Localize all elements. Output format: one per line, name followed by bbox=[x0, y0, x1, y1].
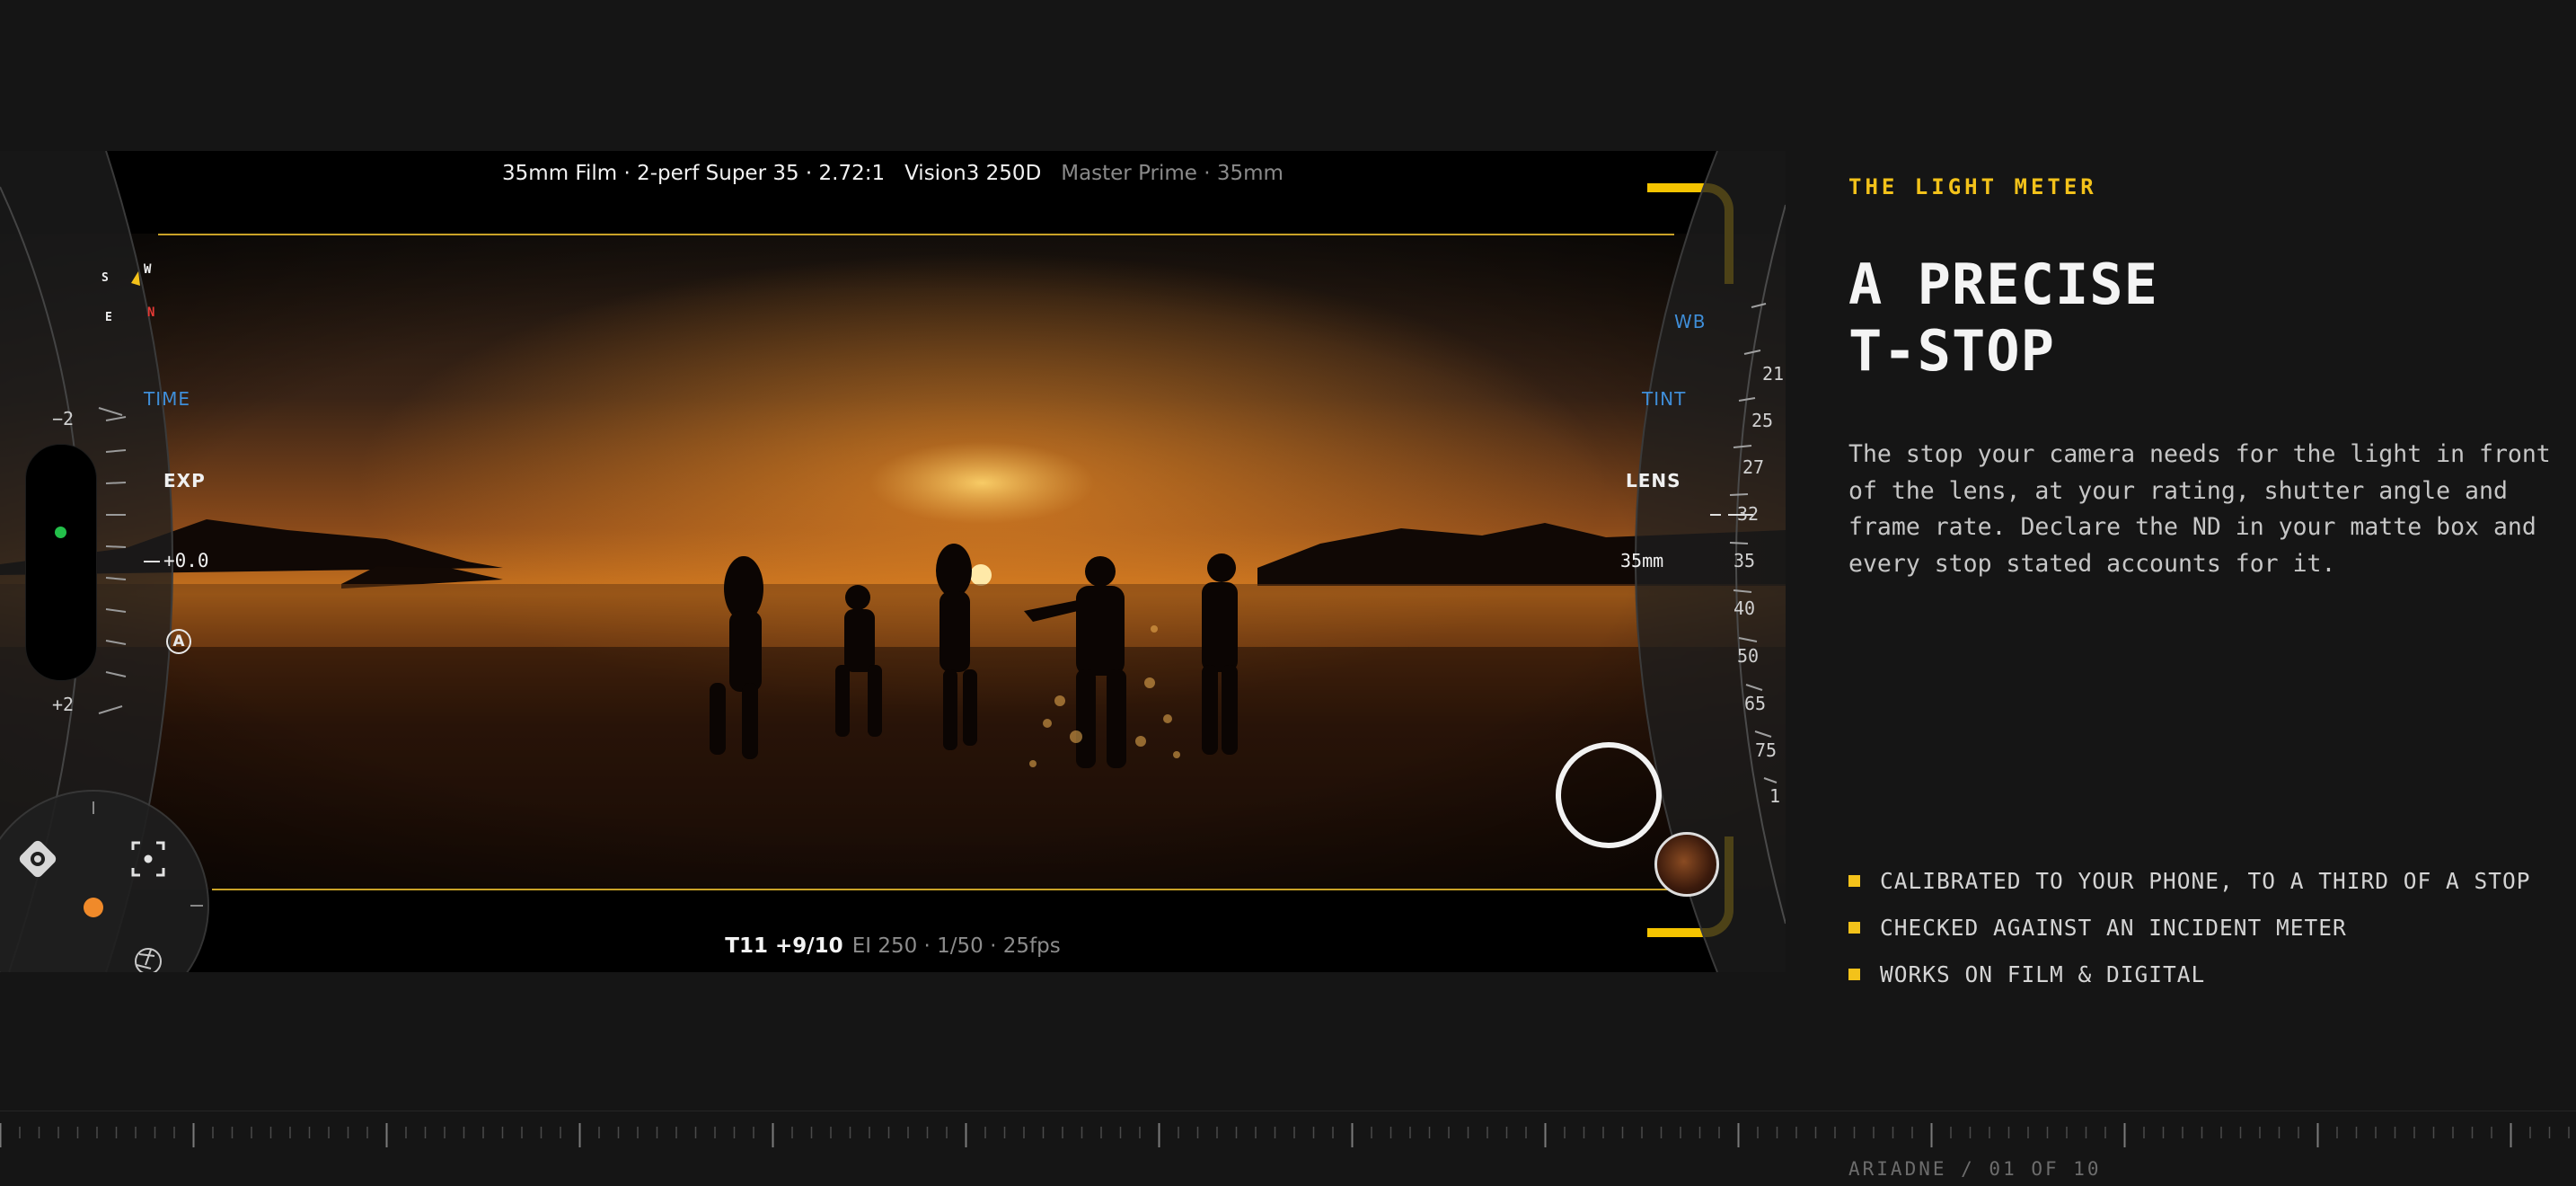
format-readout: 35mm Film · 2-perf Super 35 · 2.72:1 bbox=[502, 162, 886, 185]
feature-list: CALIBRATED TO YOUR PHONE, TO A THIRD OF … bbox=[1848, 857, 2531, 997]
feature-item: CHECKED AGAINST AN INCIDENT METER bbox=[1848, 904, 2531, 951]
compass-w: W bbox=[144, 262, 153, 277]
feature-label: CALIBRATED TO YOUR PHONE, TO A THIRD OF … bbox=[1880, 867, 2531, 894]
focal-tick: 1 bbox=[1769, 785, 1781, 807]
section-eyebrow: THE LIGHT METER bbox=[1848, 174, 2097, 199]
ev-scale-min: −2 bbox=[52, 408, 75, 429]
film-stock-readout: Vision3 250D bbox=[904, 162, 1042, 185]
camera-viewfinder: 35mm Film · 2-perf Super 35 · 2.72:1 Vis… bbox=[0, 151, 1786, 972]
exposure-compensation-value: +0.0 bbox=[163, 550, 209, 571]
orange-indicator-dot bbox=[84, 898, 103, 917]
focal-tick: 50 bbox=[1737, 645, 1760, 667]
focal-tick: 21 bbox=[1762, 363, 1785, 385]
tstop-readout: T11 +9/10 bbox=[725, 934, 843, 958]
section-body: The stop your camera needs for the light… bbox=[1848, 440, 2551, 578]
progress-ruler[interactable] bbox=[0, 1111, 2576, 1149]
focal-tick: 65 bbox=[1744, 693, 1767, 714]
current-focal-length: 35mm bbox=[1620, 550, 1664, 571]
headline-line-2: T-STOP bbox=[1848, 318, 2055, 384]
bullet-square-icon bbox=[1848, 874, 1860, 887]
shutter-button[interactable] bbox=[1556, 742, 1662, 848]
mode-exp[interactable]: EXP bbox=[163, 470, 206, 491]
compass-n: N bbox=[147, 305, 156, 320]
feature-item: WORKS ON FILM & DIGITAL bbox=[1848, 951, 2531, 997]
feature-panel: THE LIGHT METER A PRECISE T-STOP The sto… bbox=[1848, 0, 2567, 1078]
frame-guide-bottom bbox=[212, 889, 1674, 890]
mode-wb[interactable]: WB bbox=[1674, 311, 1707, 332]
compass-s: S bbox=[101, 271, 110, 285]
frame-guide-top bbox=[158, 234, 1674, 235]
headline-line-1: A PRECISE bbox=[1848, 252, 2158, 317]
focal-tick: 35 bbox=[1734, 550, 1756, 571]
feature-label: CHECKED AGAINST AN INCIDENT METER bbox=[1880, 914, 2347, 941]
focal-tick: 27 bbox=[1742, 456, 1765, 478]
auto-exposure-badge[interactable]: A bbox=[166, 629, 191, 654]
bullet-square-icon bbox=[1848, 968, 1860, 980]
focal-tick: 75 bbox=[1755, 739, 1778, 761]
exposure-slider[interactable] bbox=[25, 444, 97, 681]
section-headline: A PRECISE T-STOP bbox=[1848, 252, 2158, 385]
focal-tick: 25 bbox=[1751, 410, 1774, 431]
feature-item: CALIBRATED TO YOUR PHONE, TO A THIRD OF … bbox=[1848, 857, 2531, 904]
mode-lens[interactable]: LENS bbox=[1626, 470, 1681, 491]
viewfinder-bottom-hud: T11 +9/10 EI 250 · 1/50 · 25fps bbox=[0, 934, 1786, 958]
bullet-square-icon bbox=[1848, 921, 1860, 934]
feature-label: WORKS ON FILM & DIGITAL bbox=[1880, 960, 2206, 987]
focal-tick: 40 bbox=[1734, 597, 1756, 619]
focal-tick: 32 bbox=[1737, 503, 1760, 525]
mode-tint[interactable]: TINT bbox=[1642, 388, 1686, 410]
compass-e: E bbox=[105, 311, 113, 324]
exposure-indicator-dot bbox=[55, 527, 66, 538]
ev-scale-max: +2 bbox=[52, 694, 75, 715]
last-capture-thumbnail[interactable] bbox=[1654, 832, 1719, 897]
exposure-settings-readout: EI 250 · 1/50 · 25fps bbox=[851, 934, 1061, 958]
mode-time[interactable]: TIME bbox=[144, 388, 190, 410]
lens-readout: Master Prime · 35mm bbox=[1061, 162, 1284, 185]
pager-label: ARIADNE / 01 OF 10 bbox=[1848, 1158, 2102, 1180]
